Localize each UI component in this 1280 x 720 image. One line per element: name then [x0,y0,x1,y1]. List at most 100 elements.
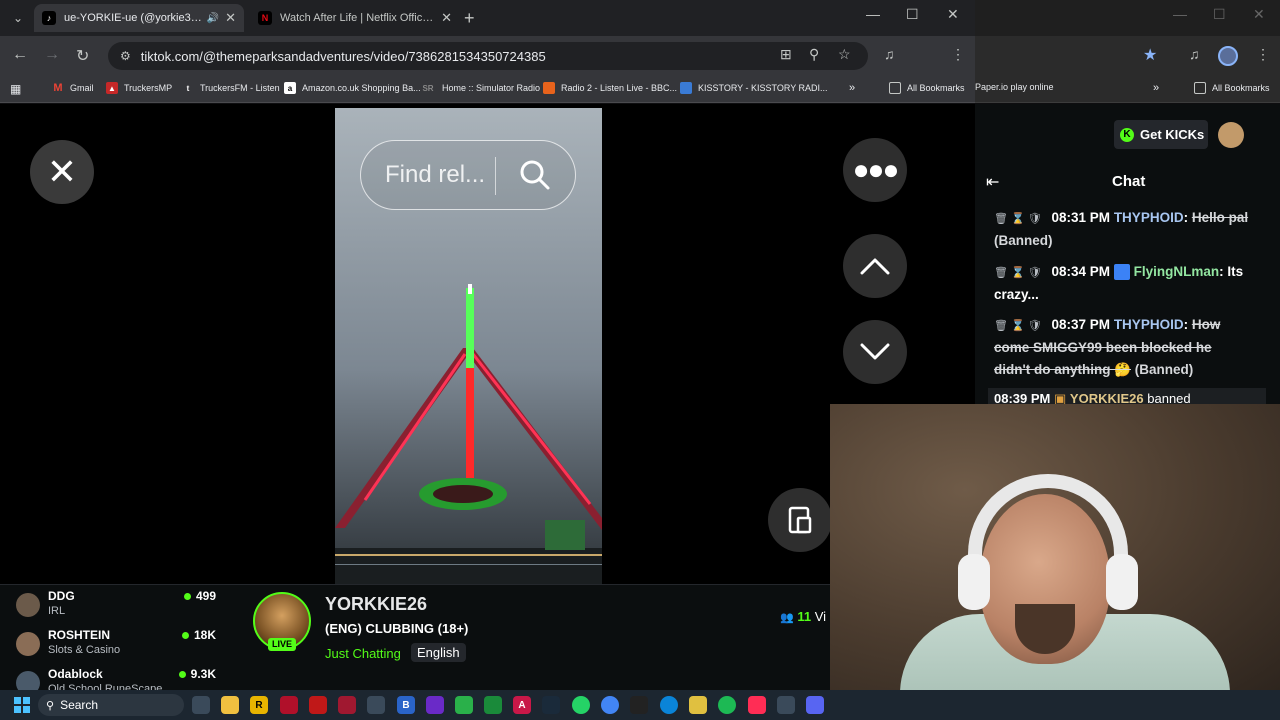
headset-earcup [1106,554,1138,610]
next-video-button[interactable] [843,320,907,384]
app-icon[interactable]: B [397,696,415,714]
amazon-icon: a [284,82,296,94]
bookmark-gmail[interactable]: M Gmail [52,82,93,94]
zoom-icon[interactable]: ⚲ [809,46,819,63]
taskbar-search[interactable]: ⚲ Search [38,694,184,716]
bookmark-kisstory[interactable]: KISSTORY - KISSTORY RADI... [680,82,828,94]
app-icon[interactable]: A [513,696,531,714]
all-bookmarks-folder[interactable]: All Bookmarks [1194,82,1270,94]
media-control-icon[interactable]: ♫ [884,46,895,62]
app-icon[interactable] [426,696,444,714]
chat-username[interactable]: FlyingNLman [1134,264,1220,279]
bookmark-bbc-radio2[interactable]: Radio 2 - Listen Live - BBC... [543,82,677,94]
menu-icon[interactable]: ⋮ [1256,46,1270,63]
get-kicks-button[interactable]: K Get KICKs [1114,120,1208,149]
minimize-button[interactable]: — [866,6,880,22]
close-video-button[interactable]: ✕ [30,140,94,204]
tab-search-button[interactable]: ⌄ [8,8,28,28]
address-bar[interactable]: ⚙ tiktok.com/@themeparksandadventures/vi… [108,42,868,70]
spotify-icon[interactable] [718,696,736,714]
install-app-icon[interactable]: ⊞ [780,46,792,63]
discord-icon[interactable] [806,696,824,714]
app-icon[interactable] [367,696,385,714]
tab-tiktok[interactable]: ♪ ue-YORKIE-ue (@yorkie32340) | TikTo 🔊 … [34,4,244,32]
find-related-search[interactable]: Find rel... [360,140,576,210]
previous-video-button[interactable] [843,234,907,298]
new-tab-button[interactable]: + [464,8,475,29]
file-explorer-icon[interactable] [221,696,239,714]
bookmark-star-icon[interactable]: ★ [1143,45,1157,65]
mod-action-icons[interactable]: 🗑 ⌛ 🛡 [994,213,1042,225]
more-bookmarks-chevron-icon[interactable]: » [1153,82,1159,94]
netflix-icon: N [258,11,272,25]
mod-action-icons[interactable]: 🗑 ⌛ 🛡 [994,320,1042,332]
bookmark-truckersmp[interactable]: ▲ TruckersMP [106,82,172,94]
recommended-channel-row[interactable]: DDG IRL 499 [16,589,216,625]
floating-player-button[interactable] [768,488,832,552]
chat-username[interactable]: THYPHOID [1114,210,1184,225]
avatar [16,632,40,656]
start-button[interactable] [14,697,30,713]
mod-action-icons[interactable]: 🗑 ⌛ 🛡 [994,267,1042,279]
profile-avatar[interactable] [1218,46,1238,66]
bookmark-simulator-radio[interactable]: SR Home :: Simulator Radio [420,82,540,94]
app-icon[interactable] [280,696,298,714]
second-window-toolbar: ★ ♫ ⋮ [975,36,1280,76]
recommended-channel-row[interactable]: ROSHTEIN Slots & Casino 18K [16,628,216,664]
close-window-button[interactable]: ✕ [947,6,959,23]
all-bookmarks-folder[interactable]: All Bookmarks [889,82,965,94]
app-icon[interactable]: R [250,696,268,714]
app-icon[interactable] [777,696,795,714]
maximize-button[interactable]: ☐ [1213,6,1226,23]
chat-username[interactable]: THYPHOID [1114,317,1184,332]
more-options-button[interactable]: ●●● [843,138,907,202]
reload-button[interactable]: ↻ [76,46,89,66]
app-icon[interactable] [689,696,707,714]
chat-message: 🗑 ⌛ 🛡 08:34 PM FlyingNLman: Its crazy... [994,264,1244,302]
tab-netflix[interactable]: N Watch After Life | Netflix Official Si… [250,4,460,32]
language-tag[interactable]: English [411,643,466,662]
bookmark-star-icon[interactable]: ☆ [838,46,851,63]
bookmarks-bar: ▦ M Gmail ▲ TruckersMP t TruckersFM - Liste… [0,76,975,103]
search-icon[interactable] [519,159,551,198]
more-bookmarks-chevron-icon[interactable]: » [849,82,855,94]
chrome-icon[interactable] [601,696,619,714]
bookmark-paperio[interactable]: Paper.io play online [975,82,1054,92]
tiktok-icon[interactable] [748,696,766,714]
whatsapp-icon[interactable] [572,696,590,714]
headset-earcup [958,554,990,610]
search-icon: ⚲ [46,699,55,712]
recommended-channel-row[interactable]: Odablock Old School RuneScape 9.3K [16,667,216,691]
user-avatar[interactable] [1218,122,1244,148]
minimize-button[interactable]: — [1173,6,1187,22]
app-icon[interactable] [484,696,502,714]
bookmark-truckersfm[interactable]: t TruckersFM - Listen [182,82,280,94]
speaker-icon[interactable]: 🔊 [207,13,219,24]
close-window-button[interactable]: ✕ [1253,6,1265,23]
chat-message: 🗑 ⌛ 🛡 08:37 PM THYPHOID: How come SMIGGY… [994,317,1221,377]
close-tab-icon[interactable]: ✕ [225,10,236,26]
stream-category-link[interactable]: Just Chatting [325,646,401,661]
back-button[interactable]: ← [12,46,28,64]
forward-button[interactable]: → [44,46,60,64]
app-icon[interactable] [455,696,473,714]
steam-icon[interactable] [542,696,560,714]
stream-title: (ENG) CLUBBING (18+) [325,621,469,636]
edge-icon[interactable] [660,696,678,714]
tab-title: ue-YORKIE-ue (@yorkie32340) | TikTo [64,12,203,24]
close-tab-icon[interactable]: ✕ [441,10,452,26]
streamer-name[interactable]: YORKKIE26 [325,594,427,615]
chat-message: 🗑 ⌛ 🛡 08:31 PM THYPHOID: Hello pal (Bann… [994,210,1249,248]
maximize-button[interactable]: ☐ [906,6,919,23]
bookmark-amazon[interactable]: a Amazon.co.uk Shopping Ba... [284,82,421,94]
task-view-icon[interactable] [192,696,210,714]
media-control-icon[interactable]: ♫ [1189,46,1200,62]
collapse-chat-icon[interactable]: ⇤ [986,172,999,192]
app-icon[interactable] [630,696,648,714]
app-icon[interactable] [338,696,356,714]
app-icon[interactable] [309,696,327,714]
menu-icon[interactable]: ⋮ [951,46,965,63]
kisstory-icon [680,82,692,94]
site-info-icon[interactable]: ⚙ [120,49,131,63]
apps-icon[interactable]: ▦ [10,82,21,96]
